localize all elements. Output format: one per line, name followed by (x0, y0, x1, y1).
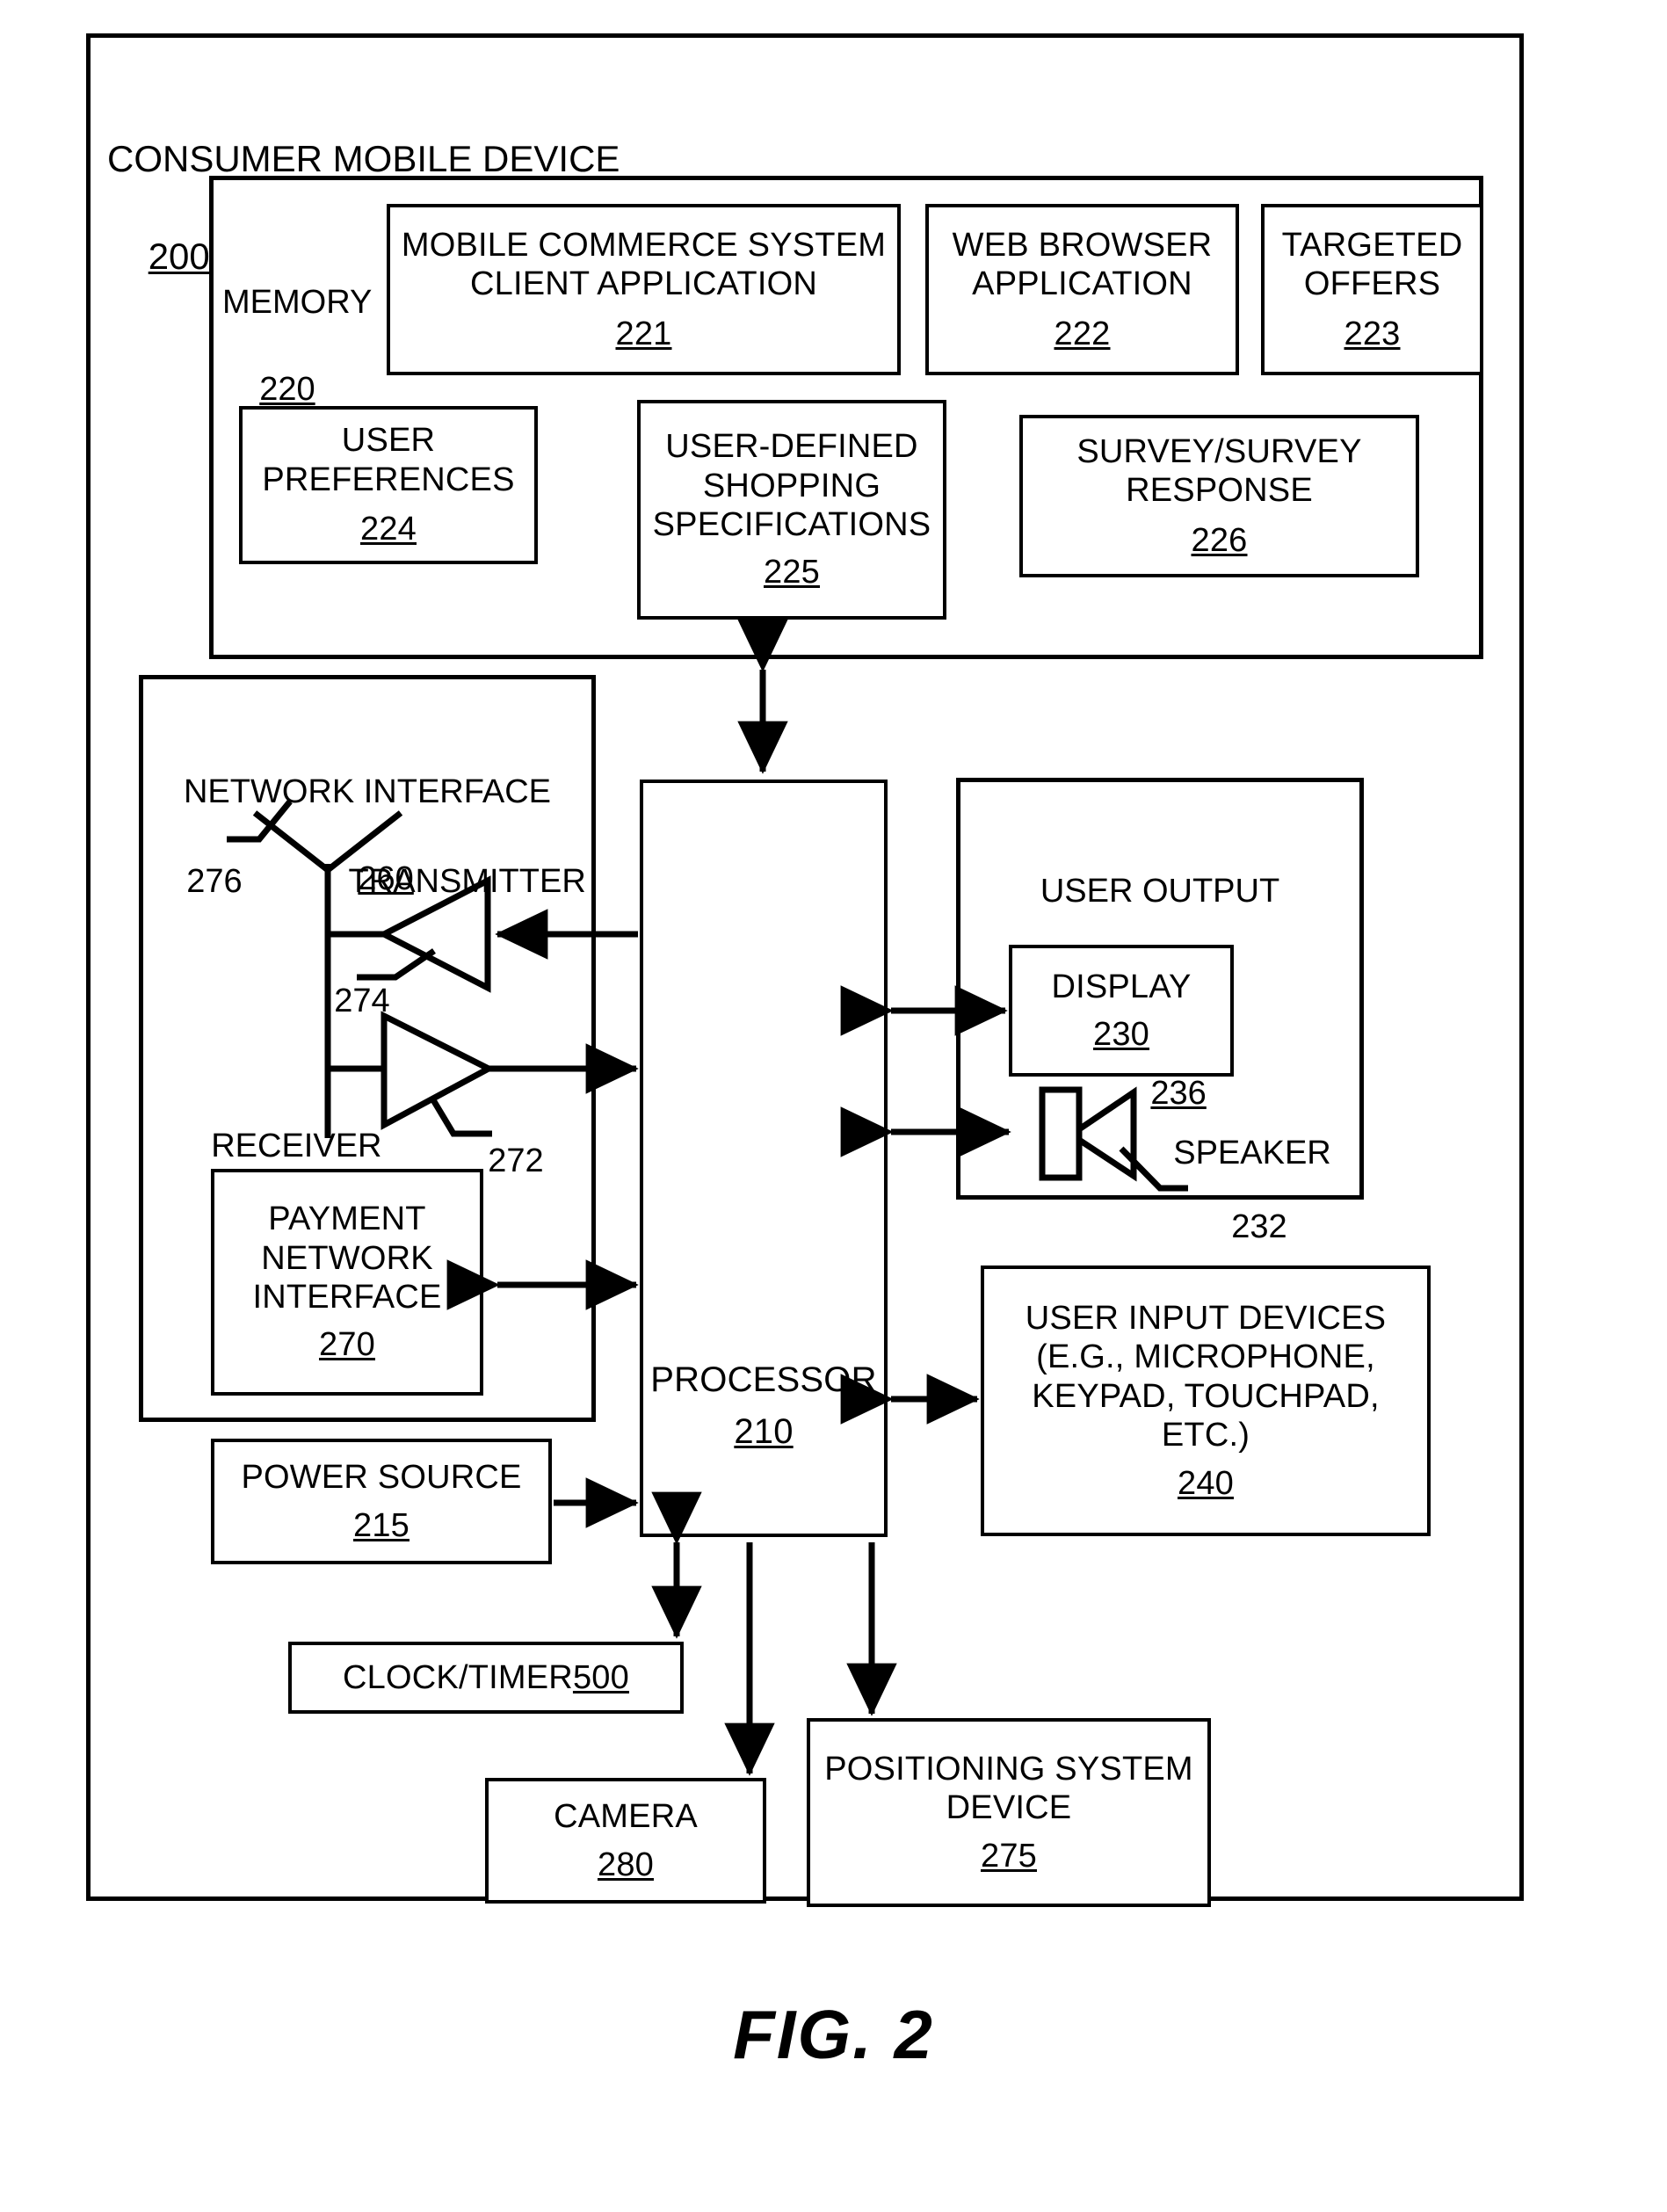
speaker-ref-number: 232 (1231, 1208, 1287, 1246)
transmitter-label: TRANSMITTER (312, 823, 586, 940)
memory-item-survey-survey-response[interactable]: SURVEY/SURVEY RESPONSE 226 (1019, 415, 1419, 577)
clock-timer-label: CLOCK/TIMER (343, 1658, 573, 1696)
transmitter-label-text: TRANSMITTER (348, 863, 586, 901)
wba-line2: APPLICATION (972, 265, 1192, 303)
transmitter-ref-number-label: 274 (297, 943, 390, 1060)
memory-item-targeted-offers[interactable]: TARGETED OFFERS 223 (1261, 204, 1483, 375)
ssr-line1: SURVEY/SURVEY (1076, 432, 1362, 470)
payment-network-interface-box[interactable]: PAYMENT NETWORK INTERFACE 270 (211, 1169, 483, 1396)
udss-line2: SHOPPING (702, 467, 881, 504)
wba-line1: WEB BROWSER (952, 226, 1213, 264)
camera-box[interactable]: CAMERA 280 (485, 1778, 766, 1904)
uid-line1: USER INPUT DEVICES (1025, 1299, 1387, 1337)
psd-ref-number: 275 (980, 1837, 1037, 1875)
ssr-ref-number: 226 (1191, 521, 1248, 559)
power-source-ref-number: 215 (352, 1506, 410, 1544)
camera-label: CAMERA (554, 1798, 698, 1836)
psd-line1: POSITIONING SYSTEM (824, 1750, 1193, 1788)
pni-ref-number: 270 (318, 1326, 375, 1364)
processor-ref-number: 210 (734, 1412, 794, 1452)
up-line1: USER (341, 422, 436, 460)
psd-line2: DEVICE (946, 1789, 1072, 1827)
uid-ref-number: 240 (1177, 1464, 1234, 1502)
memory-item-user-preferences[interactable]: USER PREFERENCES 224 (239, 406, 538, 564)
display-label: DISPLAY (1051, 968, 1192, 1005)
udss-line1: USER-DEFINED (665, 428, 918, 466)
to-line1: TARGETED (1281, 226, 1463, 264)
uid-line2: (E.G., MICROPHONE, (1036, 1338, 1375, 1376)
up-line2: PREFERENCES (262, 461, 515, 498)
memory-item-mobile-commerce-client-application[interactable]: MOBILE COMMERCE SYSTEM CLIENT APPLICATIO… (387, 204, 901, 375)
positioning-system-device-box[interactable]: POSITIONING SYSTEM DEVICE 275 (807, 1718, 1211, 1907)
speaker-label-text: SPEAKER (1173, 1135, 1331, 1172)
network-interface-title: NETWORK INTERFACE (183, 772, 552, 810)
wba-ref-number: 222 (1054, 315, 1111, 352)
pni-line2: NETWORK (261, 1239, 433, 1277)
memory-item-web-browser-application[interactable]: WEB BROWSER APPLICATION 222 (925, 204, 1239, 375)
receiver-label-text: RECEIVER (211, 1128, 382, 1165)
up-ref-number: 224 (359, 511, 417, 548)
figure-caption: FIG. 2 (0, 1995, 1667, 2075)
mcs-ref-number: 221 (615, 315, 672, 352)
antenna-ref-number-label: 276 (149, 823, 243, 940)
uod-line1: USER OUTPUT (1040, 872, 1280, 910)
ssr-line2: RESPONSE (1126, 472, 1313, 510)
camera-ref-number: 280 (597, 1846, 654, 1883)
udss-ref-number: 225 (763, 554, 820, 591)
uid-line4: ETC.) (1161, 1417, 1250, 1454)
uid-line3: KEYPAD, TOUCHPAD, (1032, 1377, 1380, 1415)
mcs-line2: CLIENT APPLICATION (470, 265, 817, 303)
figure-caption-text: FIG. 2 (733, 1996, 934, 2073)
memory-label-text: MEMORY (222, 283, 373, 321)
display-box[interactable]: DISPLAY 230 (1009, 945, 1234, 1077)
antenna-ref-number: 276 (186, 863, 243, 901)
memory-item-user-defined-shopping-specifications[interactable]: USER-DEFINED SHOPPING SPECIFICATIONS 225 (637, 400, 946, 620)
to-line2: OFFERS (1303, 265, 1441, 303)
clock-timer-box[interactable]: CLOCK/TIMER 500 (288, 1642, 684, 1714)
transmitter-ref-number: 274 (334, 983, 390, 1020)
receiver-ref-number: 272 (488, 1142, 544, 1180)
memory-ref-number: 220 (259, 370, 315, 408)
device-title-text: CONSUMER MOBILE DEVICE (107, 138, 620, 180)
power-source-box[interactable]: POWER SOURCE 215 (211, 1439, 552, 1564)
udss-line3: SPECIFICATIONS (652, 506, 931, 543)
processor-label: PROCESSOR (650, 1360, 877, 1400)
pni-line1: PAYMENT (268, 1200, 426, 1238)
patent-figure-page: CONSUMER MOBILE DEVICE 200 MEMORY 220 MO… (0, 0, 1667, 2212)
pni-line3: INTERFACE (252, 1279, 442, 1316)
display-ref-number: 230 (1092, 1016, 1149, 1053)
mcs-line1: MOBILE COMMERCE SYSTEM (401, 226, 887, 264)
processor-box[interactable]: PROCESSOR 210 (640, 780, 888, 1537)
power-source-label: POWER SOURCE (241, 1459, 522, 1497)
user-input-devices-box[interactable]: USER INPUT DEVICES (E.G., MICROPHONE, KE… (981, 1266, 1431, 1536)
to-ref-number: 223 (1344, 315, 1401, 352)
device-ref-number: 200 (148, 235, 210, 277)
clock-timer-ref-number: 500 (572, 1658, 629, 1696)
